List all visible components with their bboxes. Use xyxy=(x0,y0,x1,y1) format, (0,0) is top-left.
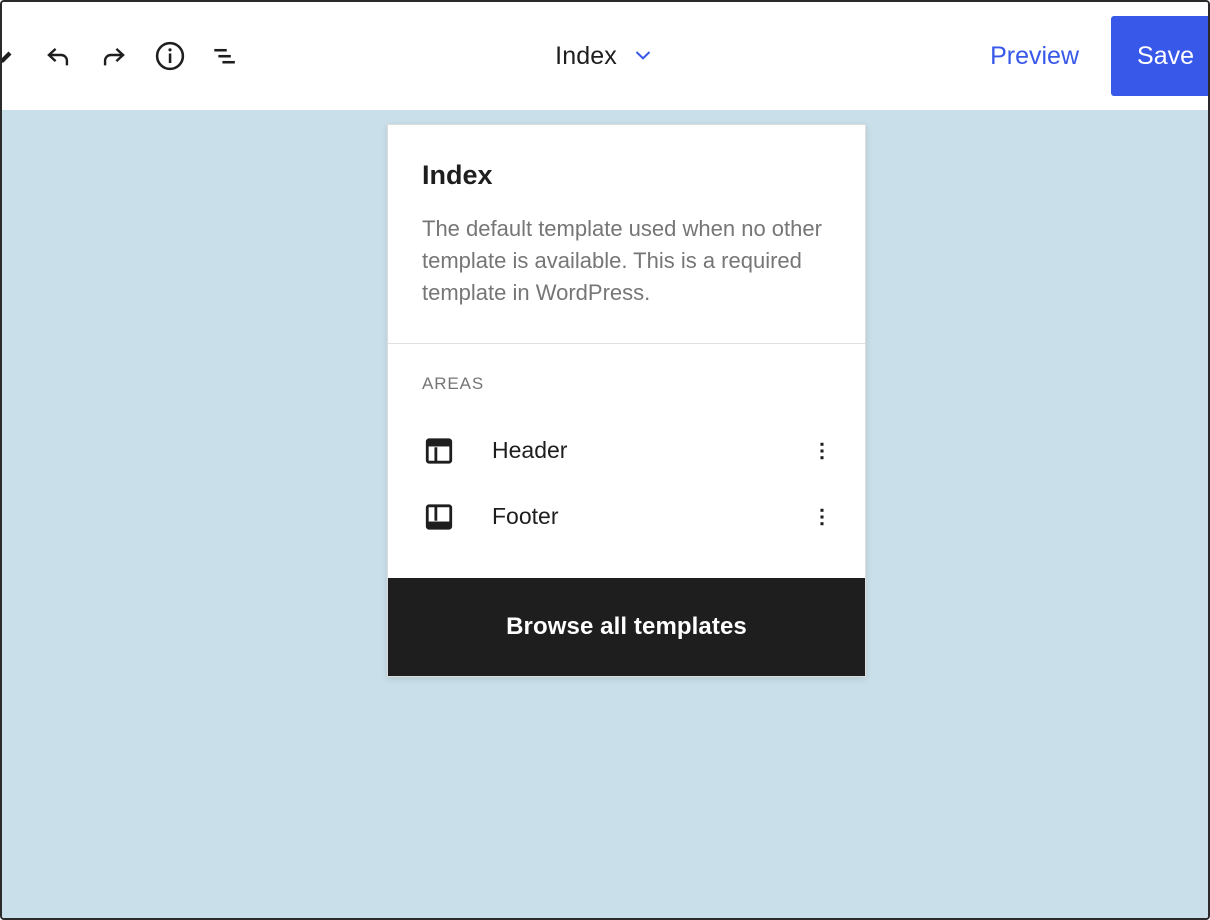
preview-button[interactable]: Preview xyxy=(978,34,1091,79)
template-title-dropdown-toggle[interactable]: Index xyxy=(545,36,665,77)
template-info-section: Index The default template used when no … xyxy=(388,125,865,344)
area-label: Header xyxy=(492,437,568,464)
browse-all-templates-button[interactable]: Browse all templates xyxy=(388,577,865,676)
undo-icon[interactable] xyxy=(30,28,86,84)
editor-header-toolbar: Index Preview Save xyxy=(2,2,1208,110)
more-vertical-icon[interactable] xyxy=(801,496,843,538)
area-row-header[interactable]: Header xyxy=(388,418,865,484)
template-areas-section: AREAS Header Footer xyxy=(388,344,865,578)
editor-window: Index Preview Save Index The default tem… xyxy=(0,0,1210,920)
area-label: Footer xyxy=(492,503,559,530)
area-row-footer[interactable]: Footer xyxy=(388,484,865,550)
template-title-label: Index xyxy=(555,41,617,70)
areas-section-heading: AREAS xyxy=(422,373,485,393)
more-vertical-icon[interactable] xyxy=(801,430,843,472)
header-left-tools xyxy=(2,2,254,110)
save-button[interactable]: Save xyxy=(1111,16,1208,96)
info-icon[interactable] xyxy=(142,28,198,84)
template-info-title: Index xyxy=(422,160,493,190)
redo-icon[interactable] xyxy=(86,28,142,84)
header-right-actions: Preview Save xyxy=(978,2,1208,110)
site-logo-pencil-icon[interactable] xyxy=(2,28,16,84)
list-view-icon[interactable] xyxy=(198,28,254,84)
header-layout-icon xyxy=(422,434,456,468)
template-dropdown-panel: Index The default template used when no … xyxy=(387,124,866,677)
chevron-down-icon xyxy=(631,43,655,70)
template-info-description: The default template used when no other … xyxy=(422,215,822,305)
footer-layout-icon xyxy=(422,500,456,534)
